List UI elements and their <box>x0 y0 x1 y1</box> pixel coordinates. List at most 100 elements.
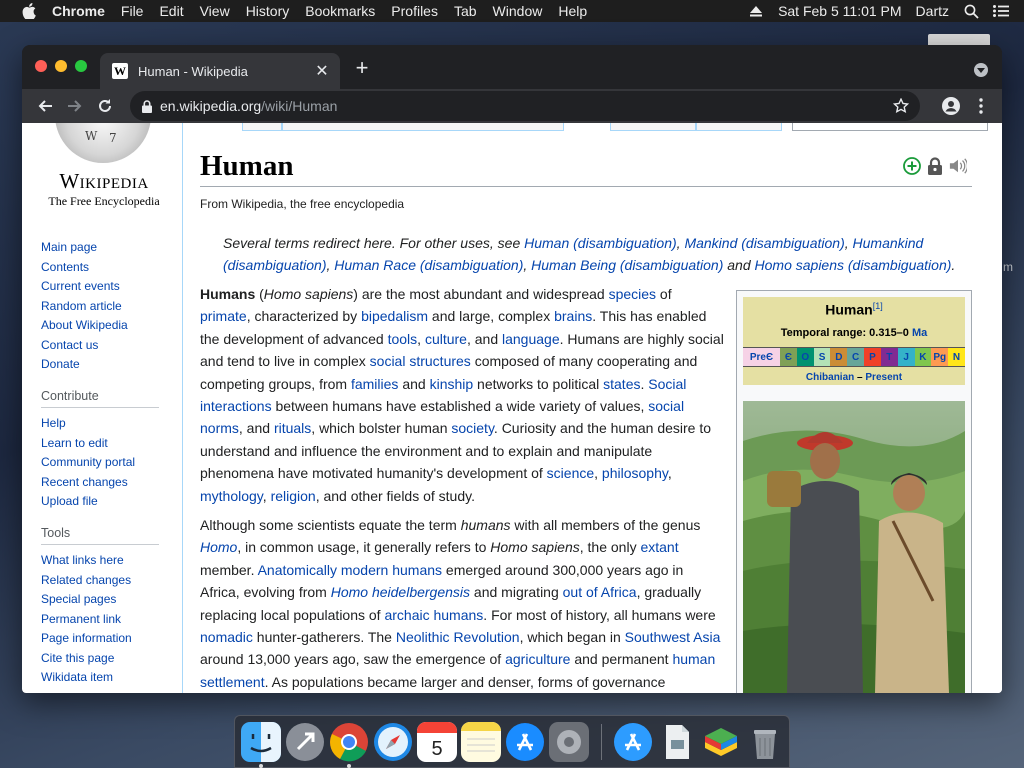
timeline-seg-carboniferous[interactable]: C <box>847 348 865 366</box>
window-minimize-button[interactable] <box>55 60 67 72</box>
forward-button[interactable] <box>60 91 90 121</box>
link-language[interactable]: language <box>502 331 560 347</box>
link-primate[interactable]: primate <box>200 308 247 324</box>
nav-upload-file[interactable]: Upload file <box>41 492 181 512</box>
stage-link-chibanian[interactable]: Chibanian <box>806 372 854 383</box>
finder-icon[interactable] <box>241 722 281 762</box>
safari-icon[interactable] <box>373 722 413 762</box>
timeline-seg-devonian[interactable]: D <box>830 348 848 366</box>
nav-learn-to-edit[interactable]: Learn to edit <box>41 434 181 454</box>
link-kinship[interactable]: kinship <box>430 376 474 392</box>
trash-icon[interactable] <box>745 722 785 762</box>
link-southwest-asia[interactable]: Southwest Asia <box>625 629 721 645</box>
infobox-ref-link[interactable]: [1] <box>873 301 883 311</box>
eject-icon[interactable] <box>741 0 771 22</box>
timeline-seg-cretaceous[interactable]: K <box>914 348 932 366</box>
timeline-seg-cambrian[interactable]: Є <box>780 348 797 366</box>
notification-center-icon[interactable] <box>986 0 1016 22</box>
nav-permanent-link[interactable]: Permanent link <box>41 610 181 630</box>
good-article-plus-icon[interactable] <box>903 157 921 175</box>
link-anatomically-modern-humans[interactable]: Anatomically modern humans <box>258 562 442 578</box>
link-nomadic[interactable]: nomadic <box>200 629 253 645</box>
menu-help[interactable]: Help <box>550 0 595 22</box>
menu-history[interactable]: History <box>238 0 298 22</box>
spotlight-search-icon[interactable] <box>956 0 986 22</box>
launchpad-icon[interactable] <box>285 722 325 762</box>
timeline-seg-triassic[interactable]: T <box>880 348 898 366</box>
nav-page-information[interactable]: Page information <box>41 629 181 649</box>
nav-contents[interactable]: Contents <box>41 258 181 278</box>
link-culture[interactable]: culture <box>425 331 467 347</box>
apple-menu-icon[interactable] <box>20 0 38 22</box>
link-states[interactable]: states <box>603 376 640 392</box>
nav-wikidata-item[interactable]: Wikidata item <box>41 668 181 688</box>
link-bipedalism[interactable]: bipedalism <box>361 308 428 324</box>
wikipedia-globe-logo[interactable]: Ω 維 И W 7 <box>55 123 151 163</box>
bluestacks-icon[interactable] <box>701 722 741 762</box>
app-store-icon[interactable] <box>505 722 545 762</box>
menu-edit[interactable]: Edit <box>151 0 191 22</box>
timeline-seg-silurian[interactable]: S <box>813 348 831 366</box>
spoken-article-speaker-icon[interactable] <box>949 157 967 175</box>
link-brains[interactable]: brains <box>554 308 592 324</box>
link-rituals[interactable]: rituals <box>274 420 311 436</box>
nav-what-links-here[interactable]: What links here <box>41 551 181 571</box>
nav-recent-changes[interactable]: Recent changes <box>41 473 181 493</box>
link-species[interactable]: species <box>609 286 656 302</box>
link-homo[interactable]: Homo <box>200 539 237 555</box>
nav-help[interactable]: Help <box>41 414 181 434</box>
link-human-settlement[interactable]: human settlement <box>200 651 715 689</box>
back-button[interactable] <box>30 91 60 121</box>
link-out-of-africa[interactable]: out of Africa <box>563 584 637 600</box>
profile-icon[interactable] <box>936 91 966 121</box>
menu-profiles[interactable]: Profiles <box>383 0 446 22</box>
timeline-seg-paleogene[interactable]: Pg <box>931 348 949 366</box>
reload-button[interactable] <box>90 91 120 121</box>
timeline-seg-jurassic[interactable]: J <box>897 348 915 366</box>
nav-contact-us[interactable]: Contact us <box>41 336 181 356</box>
link-society[interactable]: society <box>451 420 494 436</box>
link-extant[interactable]: extant <box>640 539 678 555</box>
link-tools[interactable]: tools <box>388 331 418 347</box>
document-file-icon[interactable] <box>657 722 697 762</box>
menubar-user[interactable]: Dartz <box>909 0 956 22</box>
link-philosophy[interactable]: philosophy <box>602 465 668 481</box>
hatnote-link-human-race[interactable]: Human Race (disambiguation) <box>334 257 523 273</box>
nav-special-pages[interactable]: Special pages <box>41 590 181 610</box>
link-agriculture[interactable]: agriculture <box>505 651 570 667</box>
page-scrollbar[interactable] <box>990 123 1002 693</box>
hatnote-link-homo-sapiens[interactable]: Homo sapiens (disambiguation) <box>755 257 952 273</box>
stage-link-present[interactable]: Present <box>865 372 902 383</box>
nav-about-wikipedia[interactable]: About Wikipedia <box>41 316 181 336</box>
temporal-range-unit-link[interactable]: Ma <box>912 327 927 339</box>
hatnote-link-mankind[interactable]: Mankind (disambiguation) <box>684 235 844 251</box>
hatnote-link-human-being[interactable]: Human Being (disambiguation) <box>531 257 723 273</box>
menu-app-chrome[interactable]: Chrome <box>38 0 113 22</box>
chrome-dock-icon[interactable] <box>329 722 369 762</box>
nav-cite-this-page[interactable]: Cite this page <box>41 649 181 669</box>
menu-file[interactable]: File <box>113 0 152 22</box>
nav-current-events[interactable]: Current events <box>41 277 181 297</box>
menu-tab[interactable]: Tab <box>446 0 485 22</box>
menu-bookmarks[interactable]: Bookmarks <box>297 0 383 22</box>
link-archaic-humans[interactable]: archaic humans <box>384 607 483 623</box>
infobox-photo[interactable] <box>743 401 965 693</box>
window-zoom-button[interactable] <box>75 60 87 72</box>
link-neolithic-revolution[interactable]: Neolithic Revolution <box>396 629 520 645</box>
timeline-seg-permian[interactable]: P <box>864 348 881 366</box>
link-religion[interactable]: religion <box>271 488 316 504</box>
menu-window[interactable]: Window <box>485 0 551 22</box>
link-science[interactable]: science <box>547 465 594 481</box>
chrome-menu-icon[interactable] <box>966 91 996 121</box>
semi-protected-lock-icon[interactable] <box>926 157 944 175</box>
nav-main-page[interactable]: Main page <box>41 238 181 258</box>
menu-view[interactable]: View <box>192 0 238 22</box>
timeline-seg-ordovician[interactable]: O <box>796 348 814 366</box>
nav-related-changes[interactable]: Related changes <box>41 571 181 591</box>
link-social-norms[interactable]: social norms <box>200 398 684 436</box>
tab-search-icon[interactable] <box>974 63 988 77</box>
calendar-icon[interactable]: 5 <box>417 722 457 762</box>
nav-random-article[interactable]: Random article <box>41 297 181 317</box>
new-tab-button[interactable]: + <box>352 57 372 79</box>
nav-donate[interactable]: Donate <box>41 355 181 375</box>
